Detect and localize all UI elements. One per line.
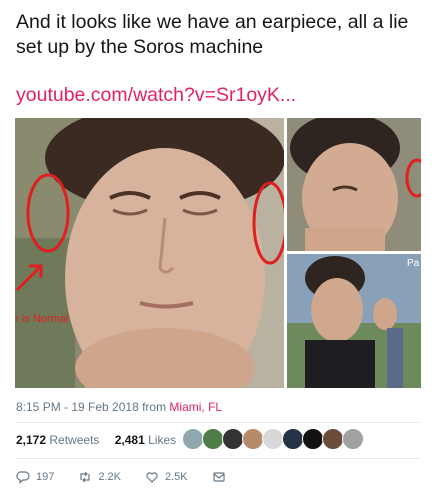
likes-label: Likes <box>148 433 177 447</box>
side-photo-top[interactable] <box>287 118 421 253</box>
avatar[interactable] <box>242 428 264 450</box>
avatar[interactable] <box>262 428 284 450</box>
tweet-text: And it looks like we have an earpiece, a… <box>16 11 409 58</box>
message-button[interactable] <box>212 470 232 484</box>
retweet-count: 2.2K <box>98 471 121 483</box>
like-button[interactable]: 2.5K <box>145 470 188 484</box>
retweets-count: 2,172 <box>16 433 47 447</box>
retweets-stat[interactable]: 2,172 Retweets <box>16 433 99 447</box>
retweets-label: Retweets <box>49 433 100 447</box>
tweet-timestamp[interactable]: 8:15 PM - 19 Feb 2018 from <box>16 400 166 414</box>
retweet-icon <box>80 471 90 483</box>
avatar[interactable] <box>282 428 304 450</box>
side-photo-bottom[interactable]: Pa <box>287 254 421 388</box>
main-photo[interactable]: r is Normal <box>15 118 288 388</box>
tweet-meta: 8:15 PM - 19 Feb 2018 from Miami, FL <box>16 400 222 414</box>
avatar[interactable] <box>342 428 364 450</box>
divider-bottom <box>16 458 420 459</box>
avatar[interactable] <box>222 428 244 450</box>
avatar[interactable] <box>322 428 344 450</box>
tweet-stats: 2,172 Retweets 2,481 Likes <box>16 433 176 447</box>
envelope-icon <box>213 472 225 482</box>
reply-count: 197 <box>36 471 55 483</box>
divider-top <box>16 422 420 423</box>
like-count: 2.5K <box>165 471 188 483</box>
reply-button[interactable]: 197 <box>16 470 54 484</box>
avatar[interactable] <box>202 428 224 450</box>
heart-icon <box>146 472 158 483</box>
reply-icon <box>16 471 30 484</box>
retweet-button[interactable]: 2.2K <box>78 470 121 484</box>
overlay-text: r is Normal <box>15 313 68 325</box>
tweet-link[interactable]: youtube.com/watch?v=Sr1oyK... <box>16 84 296 107</box>
tweet-actions: 197 2.2K 2.5K <box>16 470 256 484</box>
corner-text: Pa <box>407 258 420 269</box>
tweet-location[interactable]: Miami, FL <box>169 400 222 414</box>
media-collage[interactable]: r is Normal Pa <box>15 118 421 388</box>
avatar[interactable] <box>302 428 324 450</box>
avatar[interactable] <box>182 428 204 450</box>
likes-stat[interactable]: 2,481 Likes <box>115 433 176 447</box>
likes-count: 2,481 <box>114 433 145 447</box>
